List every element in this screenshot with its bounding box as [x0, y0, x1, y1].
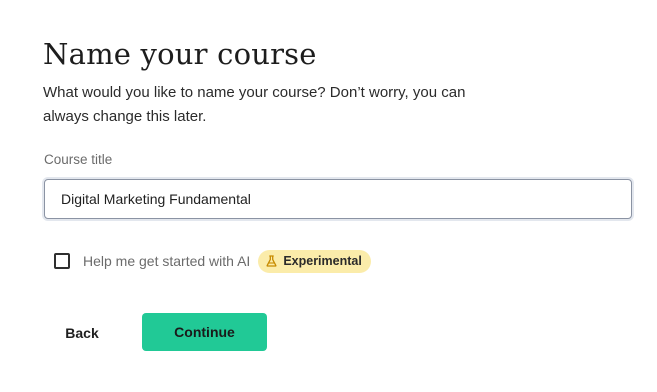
experimental-badge-label: Experimental [283, 254, 362, 268]
ai-assist-checkbox[interactable] [54, 253, 70, 269]
experimental-badge: Experimental [258, 249, 371, 273]
course-title-label: Course title [44, 152, 113, 167]
ai-assist-row: Help me get started with AI Experimental [54, 249, 371, 273]
continue-button[interactable]: Continue [142, 313, 267, 351]
back-button[interactable]: Back [52, 314, 112, 351]
name-course-page: Name your course What would you like to … [0, 0, 657, 392]
ai-assist-label: Help me get started with AI [83, 253, 251, 269]
page-subtitle: What would you like to name your course?… [43, 84, 466, 125]
flask-icon [266, 255, 277, 267]
course-title-input[interactable] [44, 179, 632, 219]
page-title: Name your course [43, 37, 317, 71]
